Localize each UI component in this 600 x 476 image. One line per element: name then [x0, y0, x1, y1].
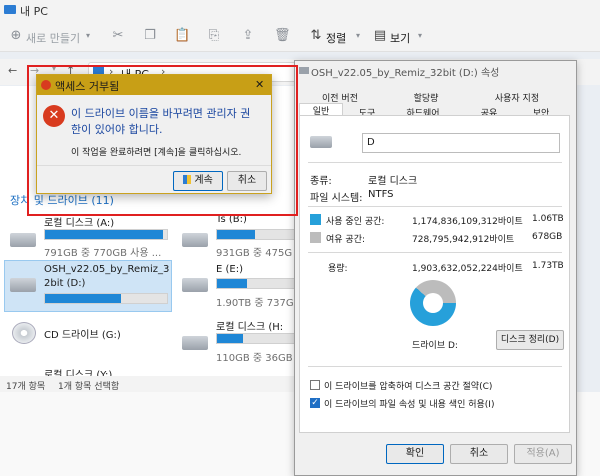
used-size: 1.06TB — [532, 214, 564, 224]
drive-icon-a — [10, 233, 36, 247]
tab-customize[interactable]: 사용자 지정 — [473, 91, 561, 104]
index-checkbox[interactable]: ✓ — [310, 398, 320, 408]
divider-4 — [308, 366, 562, 367]
drive-e-bar — [216, 278, 296, 289]
properties-cancel-button[interactable]: 취소 — [450, 444, 508, 464]
paste-icon[interactable]: 📋 — [174, 28, 190, 44]
compress-label[interactable]: 이 드라이브를 압축하여 디스크 공간 절약(C) — [324, 379, 492, 392]
delete-icon[interactable]: 🗑 — [274, 28, 291, 44]
drive-b-bar-fill — [217, 230, 256, 239]
pc-icon — [4, 5, 16, 14]
compress-checkbox[interactable] — [310, 380, 320, 390]
general-drive-icon — [310, 136, 332, 148]
item-count: 17개 항목 — [6, 382, 46, 392]
properties-title: OSH_v22.05_by_Remiz_32bit (D:) 속성 — [311, 68, 500, 79]
general-pane: D 종류: 로컬 디스크 파일 시스템: NTFS 사용 중인 공간: 1,17… — [299, 115, 570, 433]
sort-button[interactable]: 정렬 — [326, 30, 346, 46]
drive-a-bar-fill — [45, 230, 164, 239]
status-bar: 17개 항목 1개 항목 선택함 — [0, 376, 300, 392]
free-swatch — [310, 232, 321, 243]
explorer-titlebar: 내 PC — [0, 0, 600, 22]
type-value: 로컬 디스크 — [368, 176, 418, 187]
usage-donut-hole — [423, 293, 443, 313]
view-icon[interactable]: ▤ — [372, 28, 388, 44]
drive-b-bar — [216, 229, 296, 240]
drive-b-space: 931GB 중 475G — [216, 248, 293, 259]
drive-icon-e — [182, 278, 208, 292]
used-bytes: 1,174,836,109,312바이트 — [412, 217, 523, 227]
used-swatch — [310, 214, 321, 225]
apply-button[interactable]: 적용(A) — [514, 444, 572, 464]
type-label: 종류: — [310, 176, 332, 187]
fs-label: 파일 시스템: — [310, 193, 363, 204]
free-bytes: 728,795,942,912바이트 — [412, 235, 515, 245]
drive-name-value: D — [367, 137, 375, 148]
copy-icon[interactable]: ❐ — [142, 28, 158, 44]
free-label: 여유 공간: — [326, 235, 366, 245]
drive-icon-d — [10, 278, 36, 292]
capacity-label: 용량: — [328, 264, 348, 274]
divider-3 — [308, 252, 562, 253]
share-icon[interactable]: ⇪ — [240, 28, 256, 44]
drive-a-bar — [44, 229, 168, 240]
drive-d-bar-fill — [45, 294, 121, 303]
drive-e-bar-fill — [217, 279, 248, 288]
tab-quota[interactable]: 할당량 — [387, 91, 465, 104]
cut-icon[interactable]: ✂ — [110, 28, 126, 44]
chevron-down-icon: ▾ — [85, 31, 90, 40]
new-button[interactable]: 새로 만들기 — [26, 30, 80, 46]
drive-h-bar-fill — [217, 334, 243, 343]
drive-a-name[interactable]: 로컬 디스크 (A:) — [44, 214, 114, 229]
drive-g-name[interactable]: CD 드라이브 (G:) — [44, 326, 121, 341]
drive-icon-h — [182, 336, 208, 350]
explorer-toolbar: ⊕ 새로 만들기 ▾ ✂ ❐ 📋 ⎘ ⇪ 🗑 ⇅ 정렬 ▾ ▤ 보기 ▾ — [0, 22, 600, 52]
dialog-drive-icon — [299, 67, 309, 74]
window-title: 내 PC — [20, 5, 48, 18]
drive-e-name[interactable]: E (E:) — [216, 264, 243, 275]
sort-icon[interactable]: ⇅ — [308, 28, 324, 44]
highlight-frame — [27, 65, 298, 216]
drive-h-name[interactable]: 로컬 디스크 (H: — [216, 318, 283, 333]
drive-name-input[interactable]: D — [362, 133, 560, 153]
selected-count: 1개 항목 선택함 — [58, 382, 120, 392]
plus-icon[interactable]: ⊕ — [8, 28, 24, 44]
ok-button[interactable]: 확인 — [386, 444, 444, 464]
divider — [308, 162, 562, 163]
back-icon[interactable]: ← — [8, 64, 17, 77]
free-size: 678GB — [532, 232, 563, 242]
index-label[interactable]: 이 드라이브의 파일 속성 및 내용 색인 허용(I) — [324, 397, 494, 410]
drive-h-bar — [216, 333, 296, 344]
capacity-bytes: 1,903,632,052,224바이트 — [412, 264, 523, 274]
drive-d-name-line1[interactable]: OSH_v22.05_by_Remiz_3 — [44, 264, 169, 275]
view-chevron-icon: ▾ — [417, 31, 422, 40]
drive-e-space: 1.90TB 중 737G — [216, 298, 294, 309]
cd-drive-icon — [12, 322, 36, 344]
capacity-size: 1.73TB — [532, 261, 564, 271]
view-button[interactable]: 보기 — [390, 30, 410, 46]
rename-icon[interactable]: ⎘ — [206, 28, 222, 44]
drive-icon-b — [182, 233, 208, 247]
drive-a-space: 791GB 중 770GB 사용 ... — [44, 248, 162, 259]
drive-d-bar — [44, 293, 168, 304]
drive-d-name-line2[interactable]: 2bit (D:) — [44, 278, 85, 289]
divider-2 — [308, 206, 562, 207]
fs-value: NTFS — [368, 189, 394, 200]
drive-h-space: 110GB 중 36GB — [216, 353, 293, 364]
drive-label: 드라이브 D: — [412, 341, 458, 351]
disk-cleanup-button[interactable]: 디스크 정리(D) — [496, 330, 564, 350]
sort-chevron-icon: ▾ — [355, 31, 360, 40]
used-label: 사용 중인 공간: — [326, 217, 385, 227]
